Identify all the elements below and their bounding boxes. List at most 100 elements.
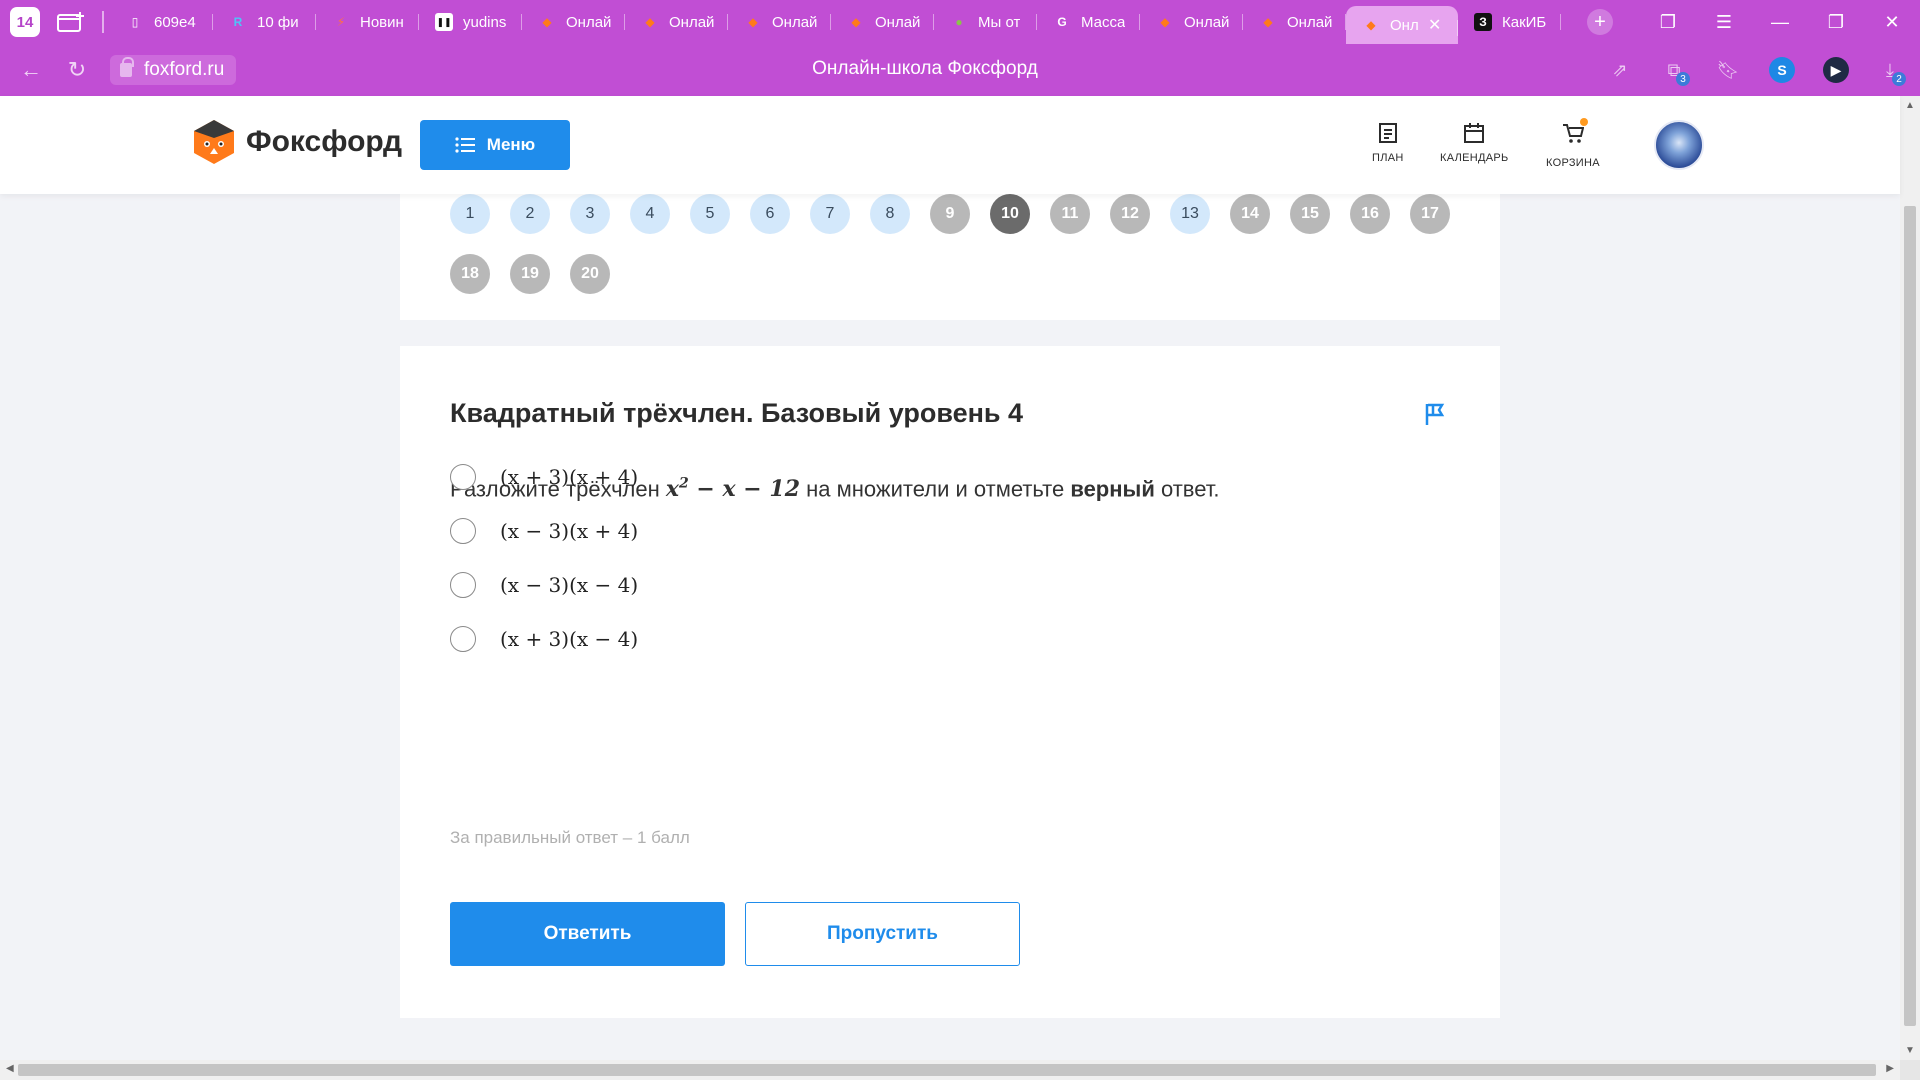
calendar-icon — [1464, 123, 1485, 143]
browser-tab[interactable]: З КакИБ — [1458, 0, 1561, 44]
nav-calendar[interactable]: КАЛЕНДАРЬ — [1440, 122, 1509, 164]
tab-count-button[interactable]: 14 — [10, 7, 40, 37]
extensions-icon[interactable]: ⧉ 3 — [1658, 54, 1690, 86]
question-number-16[interactable]: 16 — [1350, 194, 1390, 234]
browser-tab[interactable]: ● Мы от — [934, 0, 1037, 44]
site-header: Фоксфорд Меню ПЛАН КАЛЕНДАРЬ КОРЗИНА — [0, 96, 1900, 194]
scroll-right-icon[interactable]: ▶ — [1886, 1063, 1894, 1074]
browser-tab[interactable]: ⚡ Новин — [316, 0, 419, 44]
downloads-icon[interactable]: ⤓ 2 — [1874, 54, 1906, 86]
question-number-4[interactable]: 4 — [630, 194, 670, 234]
answer-option-4[interactable]: (x + 3)(x − 4) — [450, 626, 638, 652]
radio-button[interactable] — [450, 464, 476, 490]
tab-title: КакИБ — [1502, 13, 1547, 31]
tab-title: 609e4 — [154, 13, 196, 31]
radio-button[interactable] — [450, 626, 476, 652]
browser-tab[interactable]: ❚❚ yudins — [419, 0, 522, 44]
option-label: (x + 3)(x + 4) — [500, 465, 639, 489]
vertical-scroll-thumb[interactable] — [1904, 206, 1916, 1026]
skip-button[interactable]: Пропустить — [745, 902, 1020, 966]
task-title: Квадратный трёхчлен. Базовый уровень 4 — [450, 398, 1024, 428]
question-number-3[interactable]: 3 — [570, 194, 610, 234]
browser-tab[interactable]: ◆ Онлай — [522, 0, 625, 44]
fox-icon: ◆ — [542, 15, 552, 29]
nav-cart-label: КОРЗИНА — [1546, 157, 1600, 169]
video-extension-icon[interactable]: ▶ — [1820, 54, 1852, 86]
fox-icon: ◆ — [1160, 15, 1170, 29]
menu-button[interactable]: Меню — [420, 120, 570, 170]
document-icon: ▯ — [131, 15, 139, 29]
answer-button[interactable]: Ответить — [450, 902, 725, 966]
share-icon[interactable]: ⇗ — [1604, 54, 1636, 86]
nav-cart[interactable]: КОРЗИНА — [1546, 118, 1600, 169]
horizontal-scroll-thumb[interactable] — [18, 1064, 1876, 1076]
google-icon: G — [1057, 15, 1067, 29]
question-number-17[interactable]: 17 — [1410, 194, 1450, 234]
browser-tab[interactable]: ◆ Онлай — [1243, 0, 1346, 44]
answer-option-1[interactable]: (x + 3)(x + 4) — [450, 464, 638, 490]
scroll-down-icon[interactable]: ▼ — [1900, 1045, 1920, 1056]
new-tab-button[interactable]: + — [1587, 9, 1613, 35]
nav-plan[interactable]: ПЛАН — [1372, 122, 1404, 164]
flag-icon[interactable] — [1424, 402, 1446, 426]
question-number-19[interactable]: 19 — [510, 254, 550, 294]
question-number-6[interactable]: 6 — [750, 194, 790, 234]
answer-option-3[interactable]: (x − 3)(x − 4) — [450, 572, 638, 598]
question-number-18[interactable]: 18 — [450, 254, 490, 294]
radio-button[interactable] — [450, 518, 476, 544]
tab-title: Онлай — [875, 13, 921, 31]
question-number-9[interactable]: 9 — [930, 194, 970, 234]
question-number-11[interactable]: 11 — [1050, 194, 1090, 234]
question-number-14[interactable]: 14 — [1230, 194, 1270, 234]
question-number-13[interactable]: 13 — [1170, 194, 1210, 234]
task-card: Квадратный трёхчлен. Базовый уровень 4 Р… — [400, 346, 1500, 1018]
new-tab-group-icon[interactable] — [56, 10, 86, 34]
browser-tab[interactable]: ◆ Онлай — [728, 0, 831, 44]
answer-option-2[interactable]: (x − 3)(x + 4) — [450, 518, 638, 544]
question-number-7[interactable]: 7 — [810, 194, 850, 234]
minimize-icon[interactable]: — — [1752, 12, 1808, 33]
score-note: За правильный ответ – 1 балл — [450, 828, 690, 847]
globe-icon: ● — [955, 15, 963, 29]
question-number-15[interactable]: 15 — [1290, 194, 1330, 234]
browser-tab[interactable]: ▯ 609e4 — [110, 0, 213, 44]
downloads-badge: 2 — [1892, 72, 1906, 86]
close-tab-icon[interactable]: ✕ — [1428, 15, 1441, 35]
lightning-icon: ⚡ — [336, 15, 346, 29]
question-number-5[interactable]: 5 — [690, 194, 730, 234]
browser-tab-strip: 14 ▯ 609e4 R 10 фи ⚡ Новин ❚❚ yudins ◆ Онлай ◆ Онла… — [0, 0, 1920, 44]
scroll-up-icon[interactable]: ▲ — [1900, 100, 1920, 111]
close-window-icon[interactable]: ✕ — [1864, 12, 1920, 33]
pause-logo-icon: ❚❚ — [435, 13, 453, 31]
avatar[interactable] — [1654, 120, 1704, 170]
tab-title: Онл — [1390, 16, 1419, 34]
window-controls: ❐ ☰ — ❐ ✕ — [1640, 0, 1920, 44]
browser-tab[interactable]: ◆ Онлай — [1140, 0, 1243, 44]
shazam-icon[interactable]: S — [1766, 54, 1798, 86]
bookmark-icon[interactable]: 🔖︎ — [1712, 54, 1744, 86]
question-emphasis: верный — [1070, 476, 1155, 502]
vertical-scrollbar[interactable]: ▲ ▼ — [1900, 96, 1920, 1060]
z-logo-icon: З — [1474, 13, 1492, 31]
logo[interactable]: Фоксфорд — [192, 118, 402, 166]
question-number-1[interactable]: 1 — [450, 194, 490, 234]
browser-tab[interactable]: G Масса — [1037, 0, 1140, 44]
browser-tab[interactable]: R 10 фи — [213, 0, 316, 44]
tab-title: yudins — [463, 13, 507, 31]
question-middle: на множители и отметьте — [800, 476, 1071, 502]
scroll-left-icon[interactable]: ◀ — [6, 1063, 14, 1074]
question-number-12[interactable]: 12 — [1110, 194, 1150, 234]
horizontal-scrollbar[interactable]: ◀ ▶ — [0, 1060, 1900, 1080]
restore-icon[interactable]: ❐ — [1808, 12, 1864, 33]
tab-title: 10 фи — [257, 13, 299, 31]
browser-tab[interactable]: ◆ Онлай — [831, 0, 934, 44]
browser-tab[interactable]: ◆ Онл ✕ — [1346, 6, 1458, 44]
browser-tab[interactable]: ◆ Онлай — [625, 0, 728, 44]
browser-menu-icon[interactable]: ☰ — [1696, 12, 1752, 33]
question-number-10[interactable]: 10 — [990, 194, 1030, 234]
radio-button[interactable] — [450, 572, 476, 598]
question-number-2[interactable]: 2 — [510, 194, 550, 234]
tab-panel-icon[interactable]: ❐ — [1640, 12, 1696, 33]
question-number-20[interactable]: 20 — [570, 254, 610, 294]
question-number-8[interactable]: 8 — [870, 194, 910, 234]
